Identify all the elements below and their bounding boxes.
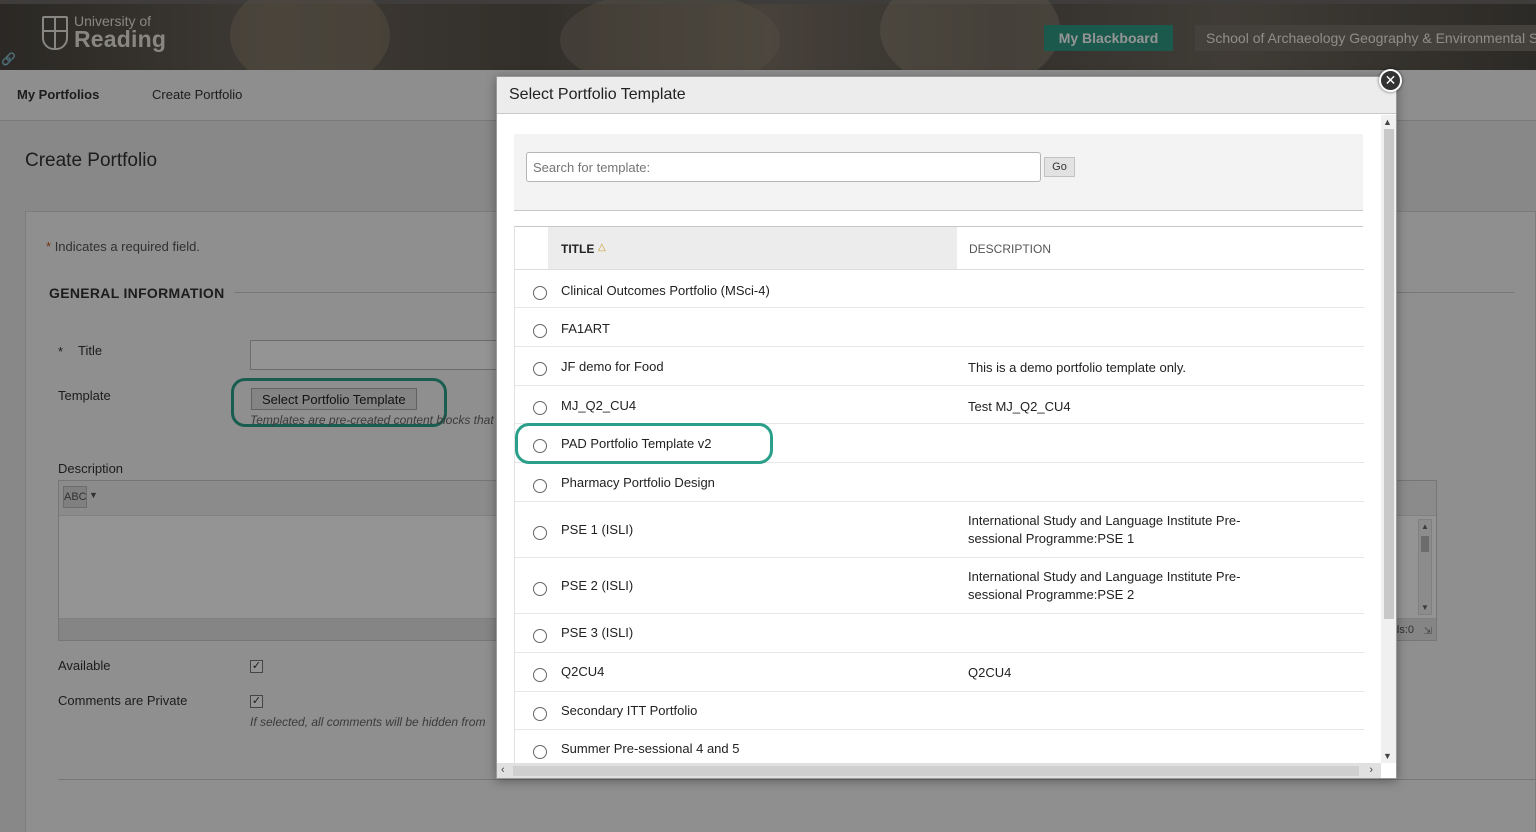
table-row[interactable]: Summer Pre-sessional 4 and 5	[515, 730, 1364, 763]
sort-ascending-icon[interactable]: △	[598, 242, 606, 253]
row-title: FA1ART	[561, 321, 610, 336]
row-description: International Study and Language Institu…	[968, 513, 1241, 546]
row-title: PSE 2 (ISLI)	[561, 578, 634, 593]
table-row[interactable]: Pharmacy Portfolio Design	[515, 463, 1364, 502]
table-row[interactable]: FA1ART	[515, 308, 1364, 347]
search-panel: Go	[514, 134, 1363, 211]
row-radio[interactable]	[533, 707, 547, 721]
highlight-ring	[515, 423, 773, 464]
row-radio[interactable]	[533, 526, 547, 540]
row-description: Q2CU4	[968, 665, 1012, 680]
row-description: Test MJ_Q2_CU4	[968, 399, 1071, 414]
modal-header: Select Portfolio Template	[497, 77, 1396, 114]
scroll-down-icon[interactable]: ▼	[1383, 751, 1392, 761]
table-row[interactable]: Secondary ITT Portfolio	[515, 692, 1364, 730]
go-button[interactable]: Go	[1044, 157, 1075, 177]
scroll-left-icon[interactable]: ‹	[501, 764, 505, 776]
close-icon[interactable]: ✕	[1379, 69, 1402, 92]
row-title: MJ_Q2_CU4	[561, 398, 637, 413]
table-row[interactable]: MJ_Q2_CU4 Test MJ_Q2_CU4	[515, 386, 1364, 424]
table-header: TITLE △ DESCRIPTION	[515, 227, 1364, 270]
table-row[interactable]: Clinical Outcomes Portfolio (MSci-4)	[515, 270, 1364, 308]
row-radio[interactable]	[533, 479, 547, 493]
modal-body: Go TITLE △ DESCRIPTION Clinical Outcomes…	[497, 115, 1381, 763]
modal-title: Select Portfolio Template	[509, 86, 686, 103]
row-radio[interactable]	[533, 582, 547, 596]
row-radio[interactable]	[533, 362, 547, 376]
scroll-thumb[interactable]	[1384, 129, 1394, 619]
row-title: JF demo for Food	[561, 359, 664, 374]
scroll-right-icon[interactable]: ›	[1369, 764, 1373, 776]
row-description: This is a demo portfolio template only.	[968, 360, 1186, 375]
table-row[interactable]: PSE 3 (ISLI)	[515, 614, 1364, 653]
row-title: PSE 3 (ISLI)	[561, 625, 634, 640]
row-title: Secondary ITT Portfolio	[561, 703, 698, 718]
column-header-description[interactable]: DESCRIPTION	[969, 242, 1051, 256]
table-row[interactable]: PSE 2 (ISLI) International Study and Lan…	[515, 558, 1364, 614]
row-radio[interactable]	[533, 401, 547, 415]
row-title: Q2CU4	[561, 664, 605, 679]
select-template-modal: Select Portfolio Template Go TITLE △ DES…	[496, 76, 1397, 779]
row-title: Clinical Outcomes Portfolio (MSci-4)	[561, 283, 770, 298]
column-header-title[interactable]: TITLE △	[548, 227, 957, 269]
modal-vertical-scrollbar[interactable]: ▲ ▼	[1381, 115, 1396, 763]
template-search-input[interactable]	[526, 152, 1041, 182]
row-title: Summer Pre-sessional 4 and 5	[561, 741, 740, 756]
row-radio[interactable]	[533, 745, 547, 759]
table-row[interactable]: JF demo for Food This is a demo portfoli…	[515, 347, 1364, 386]
row-description: International Study and Language Institu…	[968, 569, 1241, 602]
row-radio[interactable]	[533, 324, 547, 338]
table-row[interactable]: Q2CU4 Q2CU4	[515, 653, 1364, 692]
scroll-up-icon[interactable]: ▲	[1383, 117, 1392, 127]
table-row[interactable]: PSE 1 (ISLI) International Study and Lan…	[515, 502, 1364, 558]
template-table: TITLE △ DESCRIPTION Clinical Outcomes Po…	[514, 226, 1364, 763]
scroll-thumb[interactable]	[513, 766, 1359, 776]
row-title: Pharmacy Portfolio Design	[561, 475, 715, 490]
row-radio[interactable]	[533, 668, 547, 682]
column-title-label: TITLE	[561, 242, 595, 256]
row-title: PSE 1 (ISLI)	[561, 522, 634, 537]
row-radio[interactable]	[533, 286, 547, 300]
modal-horizontal-scrollbar[interactable]: ‹ ›	[497, 763, 1381, 778]
row-radio[interactable]	[533, 629, 547, 643]
